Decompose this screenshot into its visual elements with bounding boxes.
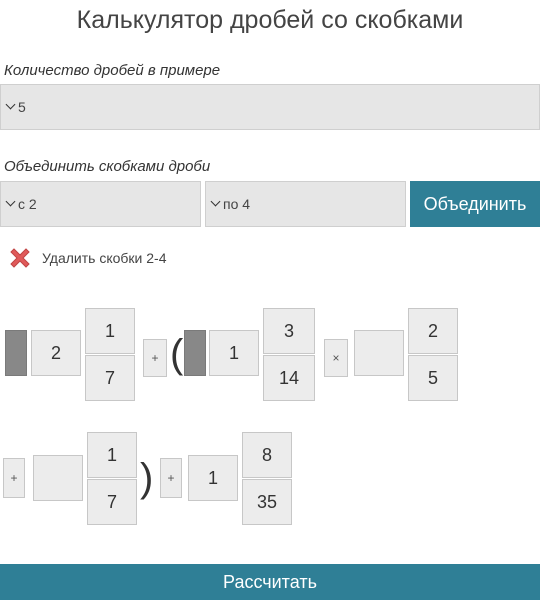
fraction-drag-handle[interactable] bbox=[184, 330, 206, 376]
denominator-input[interactable]: 5 bbox=[408, 355, 458, 401]
denominator-input[interactable]: 35 bbox=[242, 479, 292, 525]
calculate-button[interactable]: Рассчитать bbox=[0, 564, 540, 600]
operator-select[interactable]: + bbox=[143, 339, 167, 377]
merge-from-select[interactable]: с 2 bbox=[0, 181, 201, 227]
fraction-drag-handle[interactable] bbox=[5, 330, 27, 376]
merge-button[interactable]: Объединить bbox=[410, 181, 540, 227]
chevron-down-icon bbox=[5, 99, 16, 110]
operator-select[interactable]: + bbox=[160, 458, 182, 498]
remove-brackets-link[interactable]: Удалить скобки 2-4 bbox=[6, 243, 167, 273]
numerator-input[interactable]: 2 bbox=[408, 308, 458, 354]
merge-to-select[interactable]: по 4 bbox=[205, 181, 406, 227]
merge-from-value: с 2 bbox=[18, 196, 37, 212]
operator-select[interactable]: + bbox=[3, 458, 25, 498]
numerator-input[interactable]: 1 bbox=[87, 432, 137, 478]
denominator-input[interactable]: 7 bbox=[85, 355, 135, 401]
page-title: Калькулятор дробей со скобками bbox=[76, 6, 464, 34]
numerator-input[interactable]: 3 bbox=[263, 308, 315, 354]
numerator-input[interactable]: 1 bbox=[85, 308, 135, 354]
fractions-count-label: Количество дробей в примере bbox=[4, 62, 221, 79]
whole-input[interactable]: 2 bbox=[31, 330, 81, 376]
delete-icon[interactable] bbox=[6, 244, 34, 272]
denominator-input[interactable]: 14 bbox=[263, 355, 315, 401]
fractions-count-value: 5 bbox=[18, 99, 26, 115]
whole-input[interactable] bbox=[354, 330, 404, 376]
open-parenthesis: ( bbox=[170, 332, 184, 376]
operator-select[interactable]: × bbox=[324, 339, 348, 377]
chevron-down-icon bbox=[210, 196, 221, 207]
remove-brackets-label: Удалить скобки 2-4 bbox=[42, 250, 167, 266]
fractions-count-select[interactable]: 5 bbox=[0, 84, 540, 130]
denominator-input[interactable]: 7 bbox=[87, 479, 137, 525]
merge-label: Объединить скобками дроби bbox=[4, 158, 211, 175]
merge-to-value: по 4 bbox=[223, 196, 251, 212]
whole-input[interactable]: 1 bbox=[188, 455, 238, 501]
chevron-down-icon bbox=[5, 196, 16, 207]
close-parenthesis: ) bbox=[140, 456, 154, 500]
numerator-input[interactable]: 8 bbox=[242, 432, 292, 478]
whole-input[interactable] bbox=[33, 455, 83, 501]
whole-input[interactable]: 1 bbox=[209, 330, 259, 376]
